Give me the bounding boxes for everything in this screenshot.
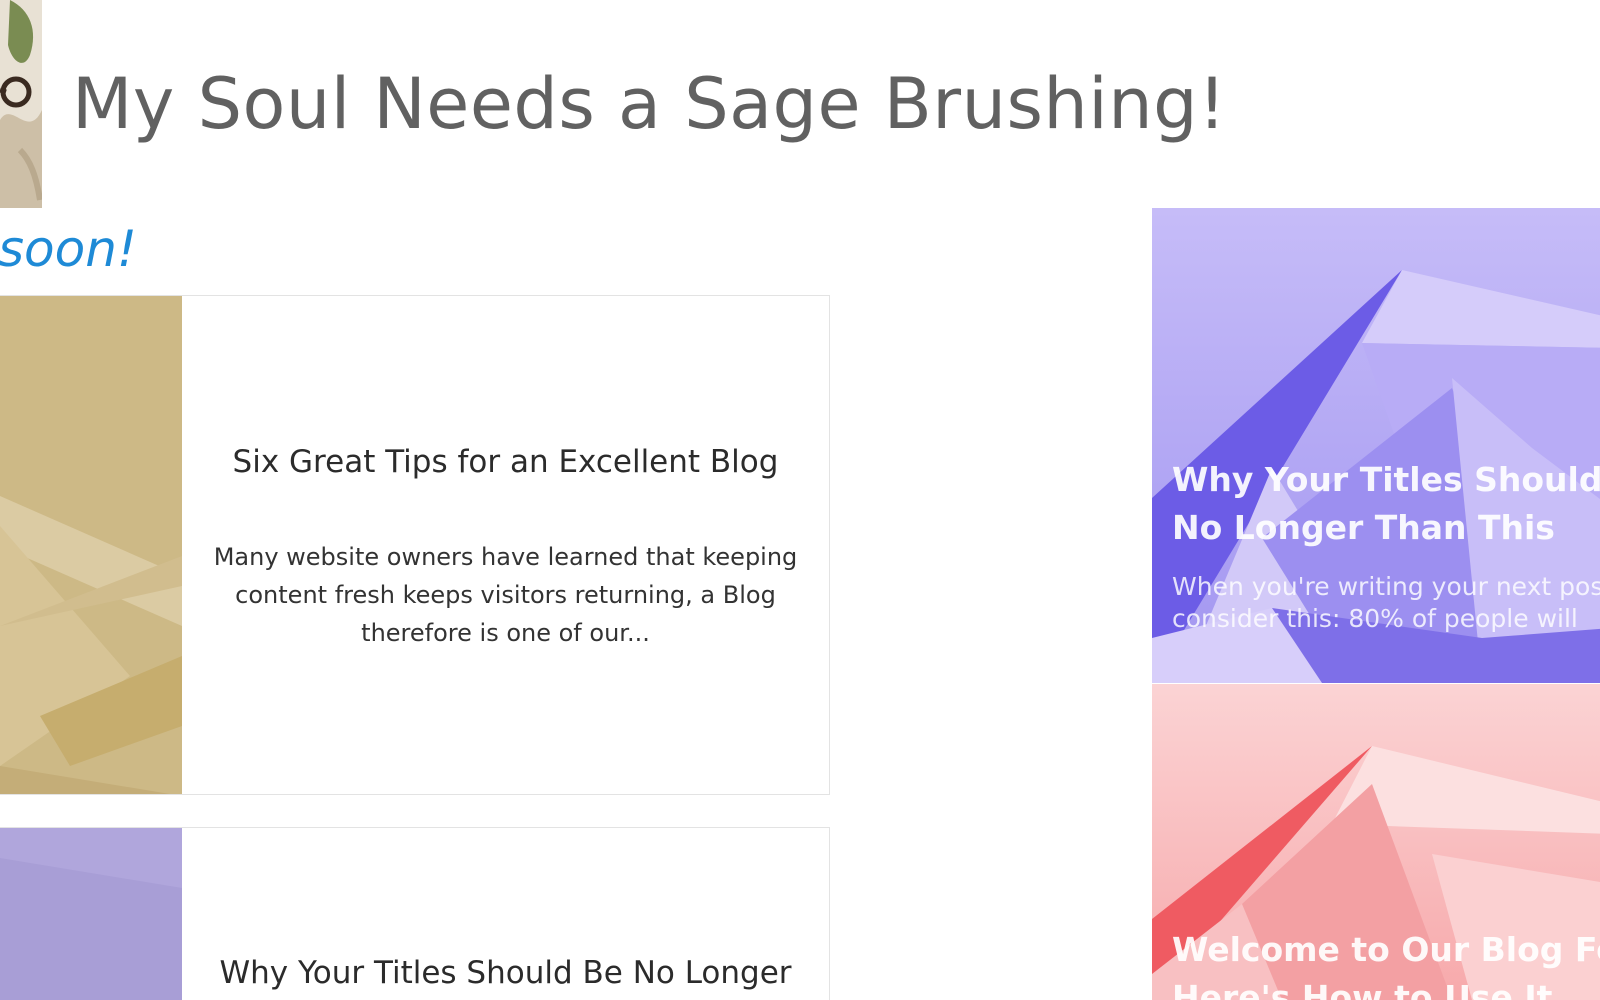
featured-post-title[interactable]: Why Your Titles Should Be No Longer Than…	[1172, 456, 1600, 552]
site-title[interactable]: My Soul Needs a Sage Brushing!	[72, 62, 1227, 146]
avatar[interactable]	[0, 0, 42, 208]
post-thumbnail[interactable]	[0, 828, 182, 1000]
post-title[interactable]: Six Great Tips for an Excellent Blog	[182, 442, 829, 482]
post-body: Why Your Titles Should Be No Longer	[182, 828, 829, 1000]
post-thumbnail-image	[0, 828, 182, 1000]
post-body: Six Great Tips for an Excellent Blog Man…	[182, 296, 829, 794]
post-card[interactable]: Why Your Titles Should Be No Longer	[0, 827, 830, 1000]
avatar-image	[0, 0, 42, 208]
post-card[interactable]: Six Great Tips for an Excellent Blog Man…	[0, 295, 830, 795]
featured-post-excerpt: When you're writing your next post, cons…	[1172, 572, 1600, 633]
featured-post-tile[interactable]: Welcome to Our Blog Feed, Here's How to …	[1152, 684, 1600, 1000]
post-excerpt: Many website owners have learned that ke…	[213, 543, 798, 647]
featured-post-tile[interactable]: Why Your Titles Should Be No Longer Than…	[1152, 208, 1600, 683]
coming-soon-banner: soon!	[0, 220, 137, 278]
post-title[interactable]: Why Your Titles Should Be No Longer	[202, 953, 809, 993]
page: My Soul Needs a Sage Brushing! soon! Six…	[0, 0, 1600, 1000]
post-thumbnail-image	[0, 296, 182, 794]
featured-post-title[interactable]: Welcome to Our Blog Feed, Here's How to …	[1172, 926, 1600, 1000]
post-thumbnail[interactable]	[0, 296, 182, 794]
